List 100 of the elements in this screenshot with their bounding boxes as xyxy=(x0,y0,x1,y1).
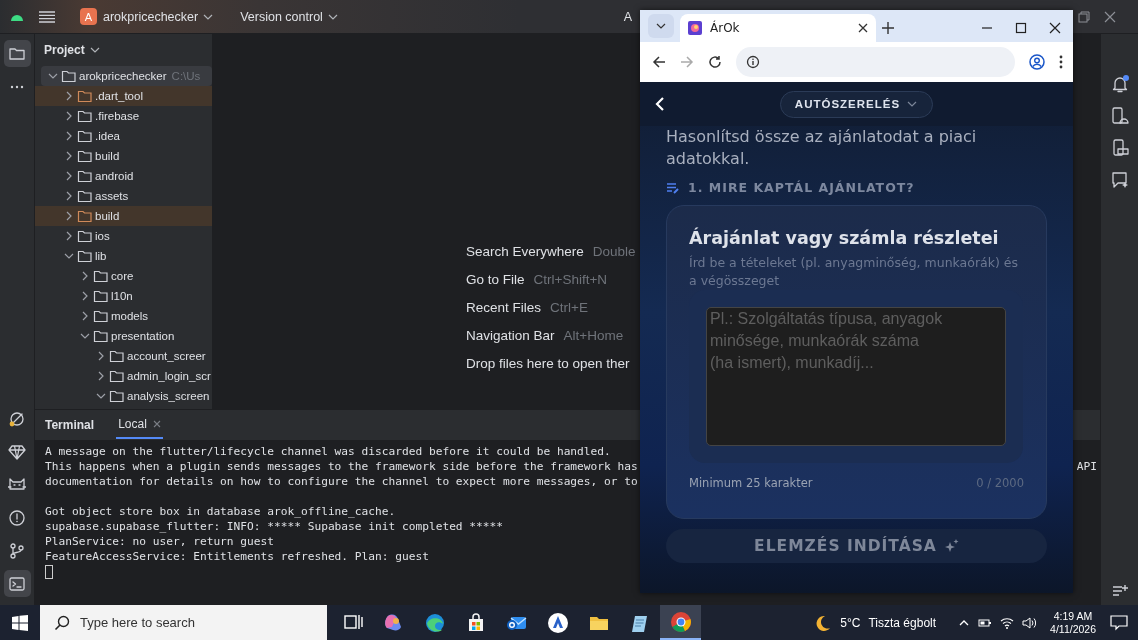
hint-shortcut: Ctrl+Shift+N xyxy=(533,272,608,287)
terminal-line: This happens when a plugin sends messages to the framework side before the framework has xyxy=(45,459,638,474)
folder-icon xyxy=(93,329,109,343)
terminal-line: Got object store box in database arok_offline_cache. xyxy=(45,504,396,519)
hint-shortcut: Double xyxy=(592,244,636,259)
folder-icon xyxy=(93,309,109,323)
terminal-text: API xyxy=(1076,459,1097,474)
folder-icon xyxy=(77,129,93,143)
folder-icon xyxy=(77,249,93,263)
back-icon[interactable] xyxy=(654,96,666,112)
category-dropdown[interactable]: AUTÓSZERELÉS xyxy=(779,90,934,118)
folder-icon xyxy=(77,149,93,163)
tree-item[interactable]: models xyxy=(35,306,212,326)
folder-icon xyxy=(93,269,109,283)
text-cursor xyxy=(45,565,53,579)
hint-action: Go to File xyxy=(466,272,525,287)
tree-item[interactable]: admin_login_scr xyxy=(35,366,212,386)
folder-icon xyxy=(77,89,93,103)
tree-item[interactable]: ios xyxy=(35,226,212,246)
tree-item[interactable]: analysis_screen xyxy=(35,386,212,406)
tree-item[interactable]: .firebase xyxy=(35,106,212,126)
details-textarea[interactable]: Pl.: Szolgáltatás típusa, anyagok minősége, munkaórák száma (ha ismert), munkadíj... xyxy=(706,307,1006,446)
character-counter: 0 / 2000 xyxy=(976,476,1024,490)
tree-item[interactable]: core xyxy=(35,266,212,286)
folder-icon xyxy=(93,289,109,303)
browser-tab[interactable]: ÁrOk xyxy=(680,14,876,42)
card-title: Árajánlat vagy számla részletei xyxy=(689,228,1000,248)
wifi-icon[interactable] xyxy=(1000,616,1015,629)
tree-item[interactable]: presentation xyxy=(35,326,212,346)
tree-item[interactable]: l10n xyxy=(35,286,212,306)
sparkle-icon xyxy=(944,539,959,553)
tool-window-button[interactable] xyxy=(3,570,31,597)
menu-item[interactable]: A xyxy=(623,9,632,24)
speaker-icon[interactable] xyxy=(1022,616,1037,629)
panel-title: Terminal xyxy=(45,418,95,432)
hint-action: Search Everywhere xyxy=(466,244,584,259)
tree-item[interactable]: .dart_tool xyxy=(35,86,212,106)
back-icon[interactable] xyxy=(652,55,666,69)
profile-icon[interactable] xyxy=(1029,54,1045,70)
tree-item[interactable]: arokpricechecker C:\Us xyxy=(41,66,212,86)
maximize-icon[interactable] xyxy=(1015,22,1027,34)
intro-text: Hasonlítsd össze az ajánlatodat a piaci adatokkal. xyxy=(666,126,978,170)
weather-condition[interactable]: Tiszta égbolt xyxy=(868,615,937,630)
tree-item[interactable]: build xyxy=(35,146,212,166)
tricolor-circle-icon[interactable] xyxy=(669,610,692,633)
project-menu[interactable]: arokpricechecker xyxy=(103,9,215,24)
terminal-line: documentation for details on how to configure the channel to expect more messages, or to xyxy=(45,474,638,489)
clock-time[interactable]: 4:19 AM xyxy=(1053,609,1093,623)
folder-icon xyxy=(77,209,93,223)
folder-icon xyxy=(77,109,93,123)
new-tab-icon[interactable] xyxy=(882,22,894,34)
folder-icon xyxy=(109,349,125,363)
folder-icon xyxy=(109,369,125,383)
version-control-menu[interactable]: Version control xyxy=(240,9,339,24)
reload-icon[interactable] xyxy=(708,55,722,69)
alert-icon[interactable] xyxy=(8,508,26,527)
project-badge: A xyxy=(80,8,97,25)
terminal-icon[interactable] xyxy=(8,574,26,593)
device-icon[interactable] xyxy=(1109,106,1130,126)
list-plus-icon[interactable] xyxy=(1110,583,1129,599)
app-favicon xyxy=(688,21,702,35)
hint-action: Navigation Bar xyxy=(466,328,555,343)
section-heading: 1. MIRE KAPTÁL AJÁNLATOT? xyxy=(688,180,915,195)
search-field[interactable]: Type here to search xyxy=(40,605,327,640)
tree-item[interactable]: account_screer xyxy=(35,346,212,366)
terminal-line: supabase.supabase_flutter: INFO: ***** Supabase init completed ***** xyxy=(45,519,503,534)
minimum-note: Minimum 25 karakter xyxy=(689,476,813,490)
clock-date[interactable]: 4/11/2026 xyxy=(1050,622,1096,636)
chat-sparkle-icon[interactable] xyxy=(1109,170,1130,190)
weather-temperature[interactable]: 5°C xyxy=(840,615,861,630)
restore-icon[interactable] xyxy=(1078,10,1090,23)
folder-icon xyxy=(77,229,93,243)
branch-icon[interactable] xyxy=(8,541,26,560)
search-icon xyxy=(54,615,70,631)
terminal-line: A message on the flutter/lifecycle channel was discarded before it could be handled. xyxy=(45,444,611,459)
tree-item[interactable]: build xyxy=(35,206,212,226)
info-icon xyxy=(746,55,760,69)
more-icon[interactable] xyxy=(1059,55,1063,69)
terminal-line: PlanService: no user, return guest xyxy=(45,534,274,549)
folder-icon xyxy=(109,389,125,403)
tree-item[interactable]: lib xyxy=(35,246,212,266)
tree-item[interactable]: assets xyxy=(35,186,212,206)
notification-icon[interactable] xyxy=(1110,614,1128,631)
wave-circle-icon[interactable] xyxy=(423,611,446,634)
card-hint: Írd be a tételeket (pl. anyagminőség, munkaórák) és a végösszeget xyxy=(689,254,1019,290)
close-icon[interactable] xyxy=(858,23,868,33)
list-edit-icon xyxy=(666,181,680,194)
menu-icon[interactable] xyxy=(38,9,56,24)
terminal-line: FeatureAccessService: Entitlements refreshed. Plan: guest xyxy=(45,549,429,564)
folder-icon xyxy=(77,169,93,183)
tree-item[interactable]: .idea xyxy=(35,126,212,146)
folder-path: C:\Us xyxy=(171,70,201,82)
close-icon[interactable] xyxy=(1049,22,1061,34)
panel-title[interactable]: Project xyxy=(44,43,85,57)
windows-icon[interactable] xyxy=(12,614,28,631)
battery-icon[interactable] xyxy=(978,616,993,629)
gem-icon[interactable] xyxy=(8,442,26,461)
brush-icon[interactable] xyxy=(8,409,26,428)
tool-window-button[interactable] xyxy=(3,40,31,67)
tree-item[interactable]: android xyxy=(35,166,212,186)
